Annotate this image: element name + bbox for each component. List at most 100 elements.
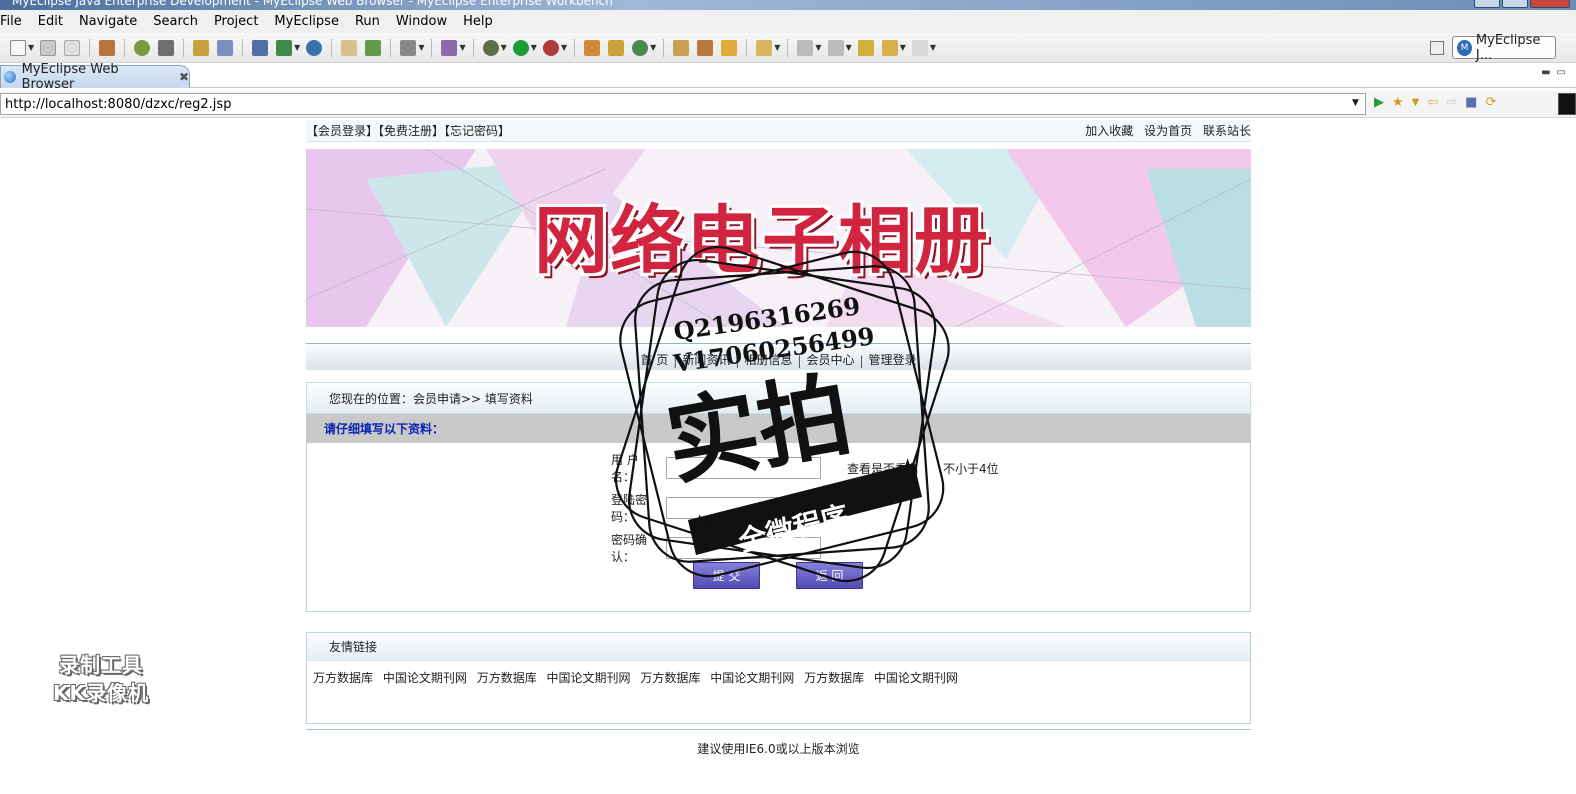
friend-link[interactable]: 万方数据库 (477, 671, 537, 685)
task-icon[interactable] (441, 39, 458, 56)
minimize-maximize-icons[interactable]: ▬▭ (1541, 67, 1572, 78)
stop-icon[interactable]: ■ (1465, 95, 1477, 110)
set-homepage-link[interactable]: 设为首页 (1144, 124, 1192, 138)
run-icon[interactable] (512, 39, 529, 56)
friend-link[interactable]: 中国论文期刊网 (874, 671, 958, 685)
site-footer: 建议使用IE6.0或以上版本浏览 (306, 729, 1251, 757)
password-input[interactable] (666, 497, 821, 519)
perspective-switcher[interactable]: M MyEclipse J... (1452, 33, 1556, 63)
chevron-down-icon[interactable]: ▼ (418, 43, 424, 52)
member-login-link[interactable]: 【会员登录】 (306, 124, 378, 138)
url-input[interactable] (0, 93, 1366, 115)
url-history-dropdown-icon[interactable]: ▼ (1352, 98, 1359, 108)
menu-search[interactable]: Search (145, 14, 206, 29)
open-resource-icon[interactable] (721, 39, 738, 56)
toolbar-divider (746, 38, 748, 57)
back-icon[interactable]: ⇦ (1427, 95, 1438, 110)
prev-annotation-icon[interactable] (827, 39, 844, 56)
folder-icon[interactable] (756, 39, 773, 56)
forgot-password-link[interactable]: 【忘记密码】 (444, 124, 510, 138)
back-arrow-icon[interactable] (881, 39, 898, 56)
run-server-icon[interactable] (276, 39, 293, 56)
refresh-icon[interactable] (632, 39, 649, 56)
menu-navigate[interactable]: Navigate (71, 14, 145, 29)
wand-icon[interactable] (193, 39, 210, 56)
package-icon[interactable] (99, 39, 116, 56)
camera-icon[interactable] (400, 39, 417, 56)
check-name-link[interactable]: 查看是否重名 (847, 460, 919, 477)
chevron-down-icon[interactable]: ▼ (846, 43, 852, 52)
globe-icon[interactable] (306, 39, 323, 56)
go-icon[interactable]: ▶ (1374, 95, 1384, 110)
debug-icon[interactable] (482, 39, 499, 56)
chevron-down-icon[interactable]: ▼ (459, 43, 465, 52)
chevron-down-icon[interactable]: ▼ (294, 43, 300, 52)
chevron-down-icon[interactable]: ▼ (561, 43, 567, 52)
chevron-down-icon[interactable]: ▼ (531, 43, 537, 52)
nav-albums[interactable]: 相册信息 (739, 351, 797, 368)
chevron-down-icon[interactable]: ▼ (930, 43, 936, 52)
chevron-down-icon[interactable]: ▼ (28, 43, 34, 52)
next-annotation-icon[interactable] (797, 39, 814, 56)
maximize-button[interactable] (1502, 0, 1528, 8)
friend-link[interactable]: 中国论文期刊网 (383, 671, 467, 685)
chevron-down-icon[interactable]: ▼ (774, 43, 780, 52)
menu-run[interactable]: Run (347, 14, 388, 29)
bug-icon[interactable] (134, 39, 151, 56)
open-type-icon[interactable] (673, 39, 690, 56)
site-main-nav: 首 页 | 新闻资讯 | 相册信息 | 会员中心 | 管理登录 (306, 343, 1251, 370)
menu-file[interactable]: File (0, 14, 30, 29)
forward-arrow-icon[interactable] (911, 39, 928, 56)
username-input[interactable] (666, 457, 821, 479)
browser-toolbar-overflow[interactable] (1558, 93, 1576, 115)
favorites-icon[interactable]: ★ (1392, 95, 1404, 110)
print-icon[interactable] (64, 39, 81, 56)
search-tool-icon[interactable] (217, 39, 234, 56)
save-icon[interactable] (40, 39, 57, 56)
chevron-down-icon[interactable]: ▼ (650, 43, 656, 52)
new-class-icon[interactable] (584, 39, 601, 56)
new-package-icon[interactable] (608, 39, 625, 56)
friend-link[interactable]: 万方数据库 (804, 671, 864, 685)
menu-help[interactable]: Help (455, 14, 501, 29)
chevron-down-icon[interactable]: ▼ (815, 43, 821, 52)
free-register-link[interactable]: 【免费注册】 (378, 124, 444, 138)
close-window-button[interactable] (1530, 0, 1570, 8)
refresh-icon[interactable]: ⟳ (1485, 95, 1496, 110)
forward-icon[interactable]: ⇨ (1446, 95, 1457, 110)
toolbar-divider (331, 38, 333, 57)
menu-window[interactable]: Window (388, 14, 455, 29)
contact-admin-link[interactable]: 联系站长 (1203, 124, 1251, 138)
confirm-password-input[interactable] (666, 537, 821, 559)
chevron-down-icon[interactable]: ▼ (900, 43, 906, 52)
deploy-icon[interactable] (252, 39, 269, 56)
open-perspective-icon[interactable] (1430, 41, 1444, 55)
open-task-icon[interactable] (697, 39, 714, 56)
menu-myeclipse[interactable]: MyEclipse (266, 14, 347, 29)
toolbar-divider (124, 38, 126, 57)
nav-home[interactable]: 首 页 (635, 351, 673, 368)
close-tab-icon[interactable]: ✖ (179, 70, 189, 84)
server-icon[interactable] (158, 39, 175, 56)
tab-web-browser[interactable]: MyEclipse Web Browser ✖ (0, 62, 190, 92)
friend-link[interactable]: 万方数据库 (640, 671, 700, 685)
submit-button[interactable]: 提 交 (693, 562, 760, 589)
nav-member-center[interactable]: 会员中心 (801, 351, 859, 368)
back-button[interactable]: 返 回 (796, 562, 863, 589)
friend-link[interactable]: 中国论文期刊网 (547, 671, 631, 685)
chevron-down-icon[interactable]: ▼ (1412, 97, 1420, 108)
friend-link[interactable]: 中国论文期刊网 (710, 671, 794, 685)
add-favorite-link[interactable]: 加入收藏 (1085, 124, 1133, 138)
friend-link[interactable]: 万方数据库 (313, 671, 373, 685)
chevron-down-icon[interactable]: ▼ (501, 43, 507, 52)
minimize-button[interactable] (1474, 0, 1500, 8)
menu-edit[interactable]: Edit (30, 14, 71, 29)
new-file-icon[interactable] (10, 39, 26, 56)
nav-admin-login[interactable]: 管理登录 (864, 351, 922, 368)
add-icon[interactable] (365, 39, 382, 56)
last-edit-icon[interactable] (857, 39, 874, 56)
open-folder-icon[interactable] (341, 39, 358, 56)
menu-project[interactable]: Project (206, 14, 266, 29)
external-tools-icon[interactable] (542, 39, 559, 56)
nav-news[interactable]: 新闻资讯 (677, 351, 735, 368)
